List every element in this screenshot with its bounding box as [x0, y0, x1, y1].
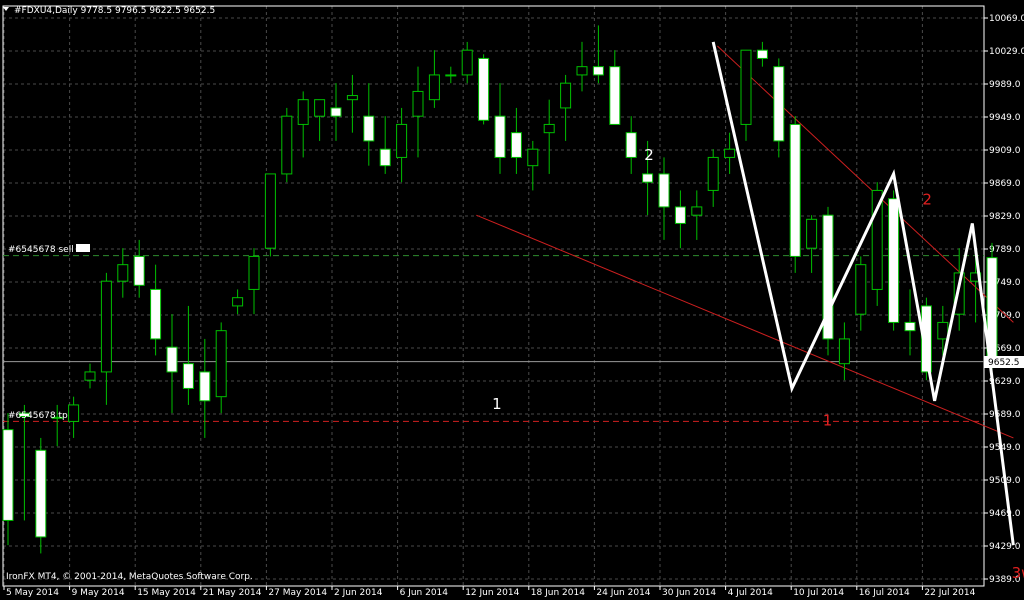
bull-candle: [691, 206, 703, 216]
chart-header: #FDXU4,Daily 9778.5 9796.5 9622.5 9652.5: [14, 6, 215, 16]
bull-candle: [543, 123, 555, 134]
bull-candle: [396, 123, 408, 158]
bear-candle: [888, 198, 900, 323]
bear-candle: [379, 148, 391, 167]
bull-candle: [117, 264, 129, 282]
bear-candle: [642, 173, 654, 183]
bull-candle: [84, 371, 96, 381]
bear-candle: [789, 123, 801, 257]
bull-candle: [232, 297, 244, 307]
time-tick-label: 10 Jul 2014: [793, 588, 844, 598]
price-tick-label: 9549.0: [989, 443, 1021, 453]
time-tick-label: 18 Jun 2014: [531, 588, 585, 598]
bear-candle: [494, 115, 506, 158]
bear-candle: [166, 346, 178, 373]
time-tick-label: 27 May 2014: [268, 588, 327, 598]
wave-label: 2: [922, 190, 932, 208]
price-tick-label: 9869.0: [989, 179, 1021, 189]
sell-order-flag: [76, 244, 90, 252]
bull-candle: [838, 338, 850, 365]
bull-candle: [855, 264, 867, 315]
bull-candle: [461, 49, 473, 76]
bear-candle: [182, 363, 194, 389]
time-tick-label: 22 Jul 2014: [924, 588, 975, 598]
time-tick-label: 6 Jun 2014: [400, 588, 449, 598]
bull-candle: [100, 280, 112, 373]
bull-candle: [527, 148, 539, 167]
bull-candle: [724, 148, 736, 158]
time-tick-label: 2 Jun 2014: [334, 588, 383, 598]
wave-label: 1: [492, 395, 502, 413]
price-tick-label: 9989.0: [989, 80, 1021, 90]
price-tick-label: 9589.0: [989, 410, 1021, 420]
bear-candle: [510, 132, 522, 158]
bull-candle: [264, 173, 276, 249]
time-tick-label: 12 Jun 2014: [465, 588, 519, 598]
bear-candle: [658, 173, 670, 208]
time-tick-label: 4 Jul 2014: [728, 588, 773, 598]
bear-candle: [330, 107, 342, 117]
bull-candle: [740, 49, 752, 125]
bull-candle: [215, 330, 227, 398]
price-tick-label: 9829.0: [989, 212, 1021, 222]
bear-candle: [150, 288, 162, 340]
wave-label: 2: [644, 146, 654, 164]
time-tick-label: 30 Jun 2014: [662, 588, 716, 598]
time-tick-label: 21 May 2014: [203, 588, 262, 598]
bear-candle: [625, 132, 637, 158]
bull-candle: [281, 115, 293, 175]
bull-candle: [806, 218, 818, 249]
bear-candle: [2, 429, 14, 521]
current-price-tag: 9652.5: [988, 358, 1020, 368]
bull-candle: [297, 99, 309, 125]
bull-candle: [445, 74, 457, 77]
time-tick-label: 24 Jun 2014: [596, 588, 650, 598]
bear-candle: [35, 449, 47, 538]
bull-candle: [68, 404, 80, 422]
bear-candle: [199, 371, 211, 402]
time-tick-label: 5 May 2014: [6, 588, 59, 598]
wave-label: 3w3: [1012, 564, 1024, 582]
price-tick-label: 9949.0: [989, 113, 1021, 123]
bull-candle: [937, 321, 949, 340]
bull-candle: [428, 74, 440, 101]
price-tick-label: 9789.0: [989, 245, 1021, 255]
bull-candle: [346, 95, 358, 101]
price-tick-label: 9909.0: [989, 146, 1021, 156]
tp-order-label: #6545678 tp: [8, 411, 68, 421]
wave-label: 1: [823, 412, 833, 430]
bear-candle: [674, 206, 686, 224]
bull-candle: [248, 255, 260, 290]
time-axis: 5 May 2014 9 May 2014 15 May 2014 21 May 20…: [3, 586, 976, 598]
time-tick-label: 9 May 2014: [72, 588, 125, 598]
time-tick-label: 15 May 2014: [137, 588, 196, 598]
price-tick-label: 10069.0: [989, 14, 1024, 24]
bear-candle: [133, 255, 145, 286]
bear-candle: [756, 49, 768, 59]
bear-candle: [904, 321, 916, 332]
bear-candle: [609, 66, 621, 125]
sell-order-label: #6545678 sell 0.: [8, 245, 85, 255]
bear-candle: [592, 66, 604, 76]
price-tick-label: 9429.0: [989, 542, 1021, 552]
bear-candle: [773, 66, 785, 142]
bear-candle: [478, 57, 490, 121]
bull-candle: [314, 99, 326, 117]
bull-candle: [560, 82, 572, 109]
bull-candle: [576, 66, 588, 76]
price-tick-label: 9469.0: [989, 509, 1021, 519]
bull-candle: [707, 156, 719, 191]
bear-candle: [363, 115, 375, 142]
bull-candle: [412, 90, 424, 117]
time-tick-label: 16 Jul 2014: [859, 588, 910, 598]
copyright-label: IronFX MT4, © 2001-2014, MetaQuotes Soft…: [6, 572, 253, 582]
price-chart[interactable]: 10069.0 10029.0 9989.0 9949.0 9909.0 9869.0 98…: [0, 0, 1024, 600]
price-tick-label: 10029.0: [989, 47, 1024, 57]
